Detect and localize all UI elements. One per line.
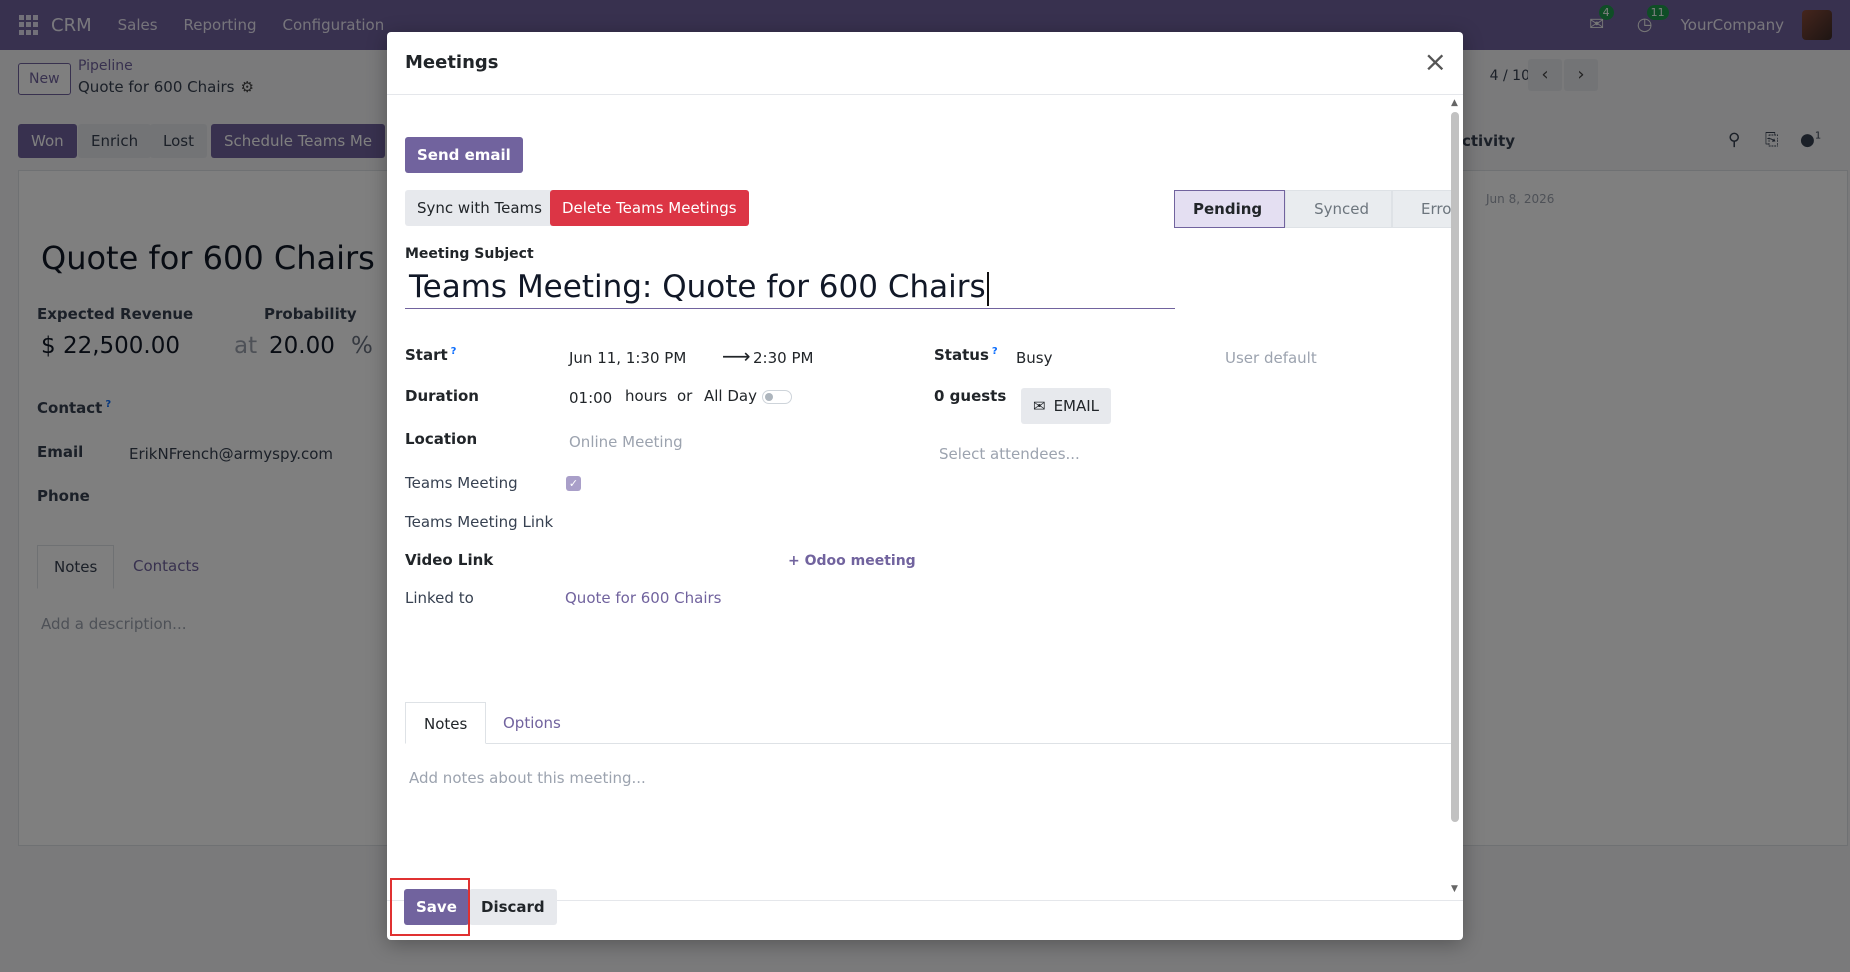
modal-tabs: Notes Options	[405, 702, 1451, 744]
stage-synced[interactable]: Synced	[1285, 190, 1393, 228]
discard-button[interactable]: Discard	[469, 889, 557, 925]
text-caret	[986, 271, 989, 306]
start-datetime[interactable]: Jun 11, 1:30 PM	[569, 349, 686, 367]
linked-to-link[interactable]: Quote for 600 Chairs	[565, 589, 721, 607]
save-highlight-box	[390, 878, 470, 936]
scroll-thumb[interactable]	[1451, 112, 1459, 822]
stage-pending[interactable]: Pending	[1174, 190, 1286, 228]
help-icon[interactable]: ?	[992, 346, 998, 357]
attendees-input[interactable]: Select attendees...	[939, 445, 1080, 463]
sync-with-teams-button[interactable]: Sync with Teams	[405, 190, 554, 226]
modal-backdrop[interactable]: Meetings × Send email Sync with Teams De…	[0, 0, 1850, 972]
location-label: Location	[405, 430, 478, 448]
meeting-subject-input[interactable]: Teams Meeting: Quote for 600 Chairs	[405, 265, 1175, 309]
privacy-select[interactable]: User default	[1225, 349, 1317, 367]
all-day-toggle[interactable]	[762, 390, 792, 404]
all-day-label: All Day	[704, 387, 757, 405]
end-datetime[interactable]: 2:30 PM	[753, 349, 813, 367]
arrow-right-icon: ⟶	[722, 344, 751, 368]
modal-title: Meetings	[405, 52, 499, 73]
plus-icon: +	[788, 553, 800, 569]
modal-header: Meetings ×	[387, 32, 1463, 95]
video-link-label: Video Link	[405, 551, 494, 569]
tab-notes[interactable]: Notes	[405, 702, 487, 744]
help-icon[interactable]: ?	[451, 346, 457, 357]
hours-label: hours	[625, 387, 668, 405]
teams-meeting-checkbox[interactable]: ✓	[566, 476, 581, 491]
guests-count: 0 guests	[934, 387, 1007, 405]
meeting-notes-input[interactable]: Add notes about this meeting...	[409, 769, 646, 787]
delete-teams-meetings-button[interactable]: Delete Teams Meetings	[550, 190, 749, 226]
odoo-meeting-link: + Odoo meeting	[788, 553, 916, 569]
duration-label: Duration	[405, 387, 479, 405]
envelope-icon: ✉	[1033, 397, 1046, 415]
linked-to-label: Linked to	[405, 589, 474, 607]
send-email-button[interactable]: Send email	[405, 137, 523, 173]
or-label: or	[677, 387, 693, 405]
status-label: Status?	[934, 346, 998, 364]
email-guests-button: ✉ EMAIL	[1021, 388, 1112, 424]
modal-scrollbar[interactable]: ▲ ▼	[1451, 98, 1459, 898]
stage-error[interactable]: Error	[1392, 190, 1451, 228]
status-select[interactable]: Busy	[1016, 349, 1053, 367]
start-label: Start?	[405, 346, 457, 364]
modal-body: Send email Sync with Teams Delete Teams …	[387, 95, 1451, 900]
location-input[interactable]: Online Meeting	[569, 433, 683, 451]
teams-meeting-link-label: Teams Meeting Link	[405, 513, 554, 531]
tab-options[interactable]: Options	[485, 702, 579, 744]
duration-input[interactable]: 01:00	[569, 389, 612, 407]
close-icon[interactable]: ×	[1424, 48, 1447, 76]
sync-status-bar: Pending Synced Error	[1174, 190, 1451, 228]
meeting-subject-label: Meeting Subject	[405, 246, 534, 262]
teams-meeting-label: Teams Meeting	[405, 474, 518, 492]
scroll-down-icon[interactable]: ▼	[1451, 884, 1458, 894]
meetings-dialog: Meetings × Send email Sync with Teams De…	[387, 32, 1463, 940]
scroll-up-icon[interactable]: ▲	[1451, 98, 1458, 108]
